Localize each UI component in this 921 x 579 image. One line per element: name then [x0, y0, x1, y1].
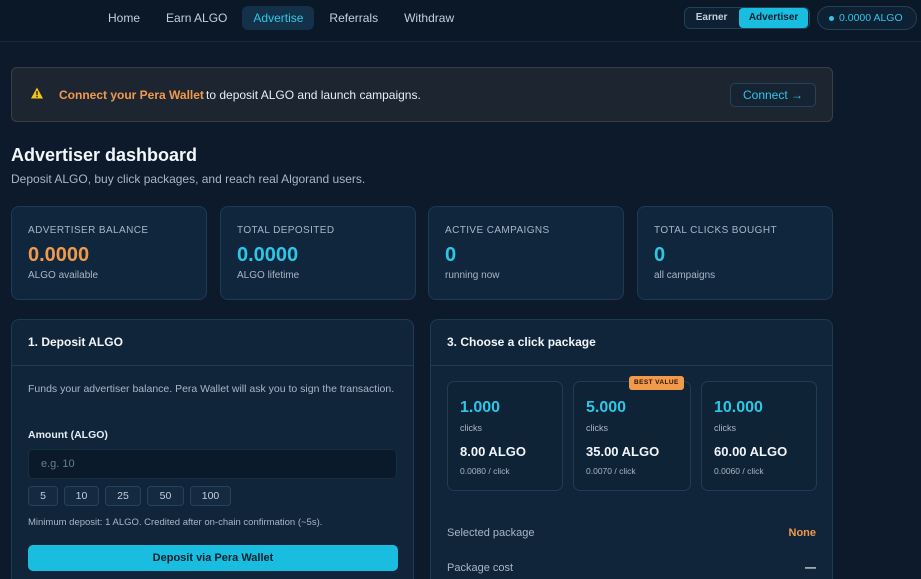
package-card-5000[interactable]: BEST VALUE 5.000 clicks 35.00 ALGO 0.007… [573, 376, 691, 491]
package-card-1000[interactable]: 1.000 clicks 8.00 ALGO 0.0080 / click [447, 381, 563, 491]
stat-label: ACTIVE CAMPAIGNS [445, 225, 550, 236]
preset-10-button[interactable]: 10 [64, 486, 99, 506]
minimum-deposit-note: Minimum deposit: 1 ALGO. Credited after … [28, 517, 323, 528]
wallet-balance: 0.0000 ALGO [839, 12, 903, 24]
deposit-panel: 1. Deposit ALGO Funds your advertiser ba… [11, 319, 414, 579]
preset-100-button[interactable]: 100 [190, 486, 231, 506]
preset-5-button[interactable]: 5 [28, 486, 58, 506]
stat-note: ALGO lifetime [237, 270, 300, 281]
stat-label: TOTAL DEPOSITED [237, 225, 335, 236]
package-price: 35.00 ALGO [586, 444, 660, 459]
wallet-balance-pill[interactable]: 0.0000 ALGO [817, 6, 917, 30]
best-value-badge: BEST VALUE [629, 376, 684, 390]
stat-value: 0 [654, 244, 666, 266]
warning-icon [31, 87, 43, 99]
role-switch: Earner Advertiser [684, 7, 810, 29]
package-clicks-unit: clicks [460, 423, 482, 433]
package-price: 8.00 ALGO [460, 444, 526, 459]
panel-divider [12, 365, 413, 366]
nav-withdraw[interactable]: Withdraw [393, 6, 465, 30]
package-clicks-unit: clicks [586, 423, 608, 433]
role-earner-button[interactable]: Earner [685, 8, 738, 28]
nav-referrals[interactable]: Referrals [318, 6, 389, 30]
status-dot-icon [829, 15, 834, 21]
amount-presets: 5 10 25 50 100 [28, 486, 231, 506]
package-clicks-count: 5.000 [586, 399, 627, 416]
nav-advertise[interactable]: Advertise [242, 6, 315, 30]
selected-package-label: Selected package [447, 527, 535, 539]
stat-note: all campaigns [654, 270, 716, 281]
role-advertiser-button[interactable]: Advertiser [739, 8, 808, 28]
stat-value: 0.0000 [237, 244, 299, 266]
nav-home[interactable]: Home [97, 6, 151, 30]
stat-total-clicks-bought: TOTAL CLICKS BOUGHT 0 all campaigns [637, 206, 833, 300]
banner-connect-text: Connect your Pera Wallet [59, 88, 204, 102]
selected-package-value: None [788, 527, 817, 539]
connect-wallet-banner: Connect your Pera Wallet to deposit ALGO… [11, 67, 833, 122]
amount-input[interactable] [28, 449, 397, 479]
package-cost-label: Package cost [447, 562, 514, 574]
amount-label: Amount (ALGO) [28, 429, 108, 441]
connect-button[interactable]: Connect → [730, 83, 816, 107]
panel-divider [431, 365, 832, 366]
package-clicks-count: 10.000 [714, 399, 763, 416]
package-cost-value: — [805, 562, 816, 574]
stat-advertiser-balance: ADVERTISER BALANCE 0.0000 ALGO available [11, 206, 207, 300]
stat-label: TOTAL CLICKS BOUGHT [654, 225, 777, 236]
package-panel: 3. Choose a click package 1.000 clicks 8… [430, 319, 833, 579]
preset-50-button[interactable]: 50 [147, 486, 184, 506]
stat-total-deposited: TOTAL DEPOSITED 0.0000 ALGO lifetime [220, 206, 416, 300]
stat-active-campaigns: ACTIVE CAMPAIGNS 0 running now [428, 206, 624, 300]
page-title: Advertiser dashboard [11, 145, 198, 165]
package-per-click: 0.0080 / click [460, 466, 510, 476]
nav-links: Home Earn ALGO Advertise Referrals Withd… [97, 6, 465, 30]
package-clicks-unit: clicks [714, 423, 736, 433]
deposit-panel-title: 1. Deposit ALGO [28, 335, 123, 349]
package-per-click: 0.0060 / click [714, 466, 764, 476]
stat-value: 0 [445, 244, 457, 266]
stat-label: ADVERTISER BALANCE [28, 225, 149, 236]
preset-25-button[interactable]: 25 [105, 486, 141, 506]
nav-earn-algo[interactable]: Earn ALGO [155, 6, 238, 30]
stat-note: running now [445, 270, 500, 281]
deposit-via-pera-button[interactable]: Deposit via Pera Wallet [28, 545, 398, 571]
stat-note: ALGO available [28, 270, 99, 281]
package-card-10000[interactable]: 10.000 clicks 60.00 ALGO 0.0060 / click [701, 381, 817, 491]
banner-message: to deposit ALGO and launch campaigns. [206, 88, 421, 102]
stat-value: 0.0000 [28, 244, 90, 266]
deposit-description: Funds your advertiser balance. Pera Wall… [28, 383, 395, 395]
page-subtitle: Deposit ALGO, buy click packages, and re… [11, 172, 366, 186]
package-price: 60.00 ALGO [714, 444, 788, 459]
top-nav: Home Earn ALGO Advertise Referrals Withd… [0, 0, 921, 42]
package-clicks-count: 1.000 [460, 399, 501, 416]
package-per-click: 0.0070 / click [586, 466, 636, 476]
package-panel-title: 3. Choose a click package [447, 335, 596, 349]
